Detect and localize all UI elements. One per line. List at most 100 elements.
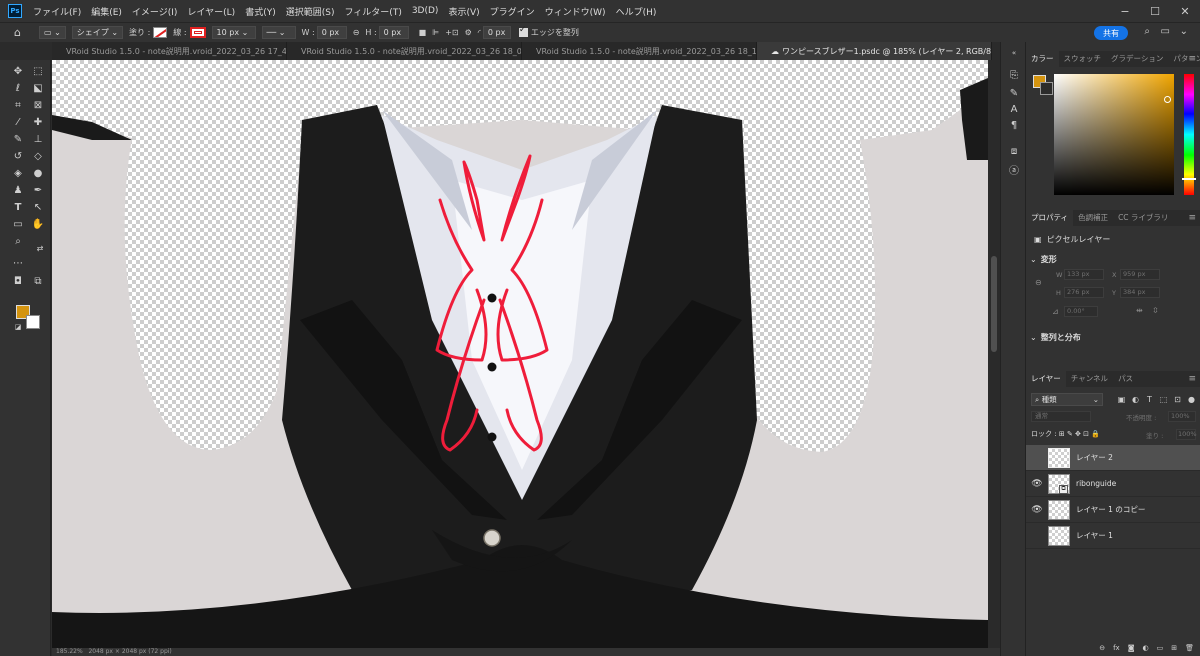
close-icon[interactable]: ✕ (1170, 0, 1200, 22)
maximize-icon[interactable]: ☐ (1140, 0, 1170, 22)
blend-mode-select[interactable]: 通常 (1031, 411, 1091, 422)
paint-bucket-tool-icon[interactable]: ◈ (10, 166, 26, 180)
fill-swatch[interactable] (153, 27, 168, 38)
workspace-menu-icon[interactable]: ⌄ (1180, 26, 1188, 37)
blur-tool-icon[interactable]: ● (30, 166, 46, 180)
link-wh-icon[interactable]: ⊖ (353, 28, 360, 37)
lock-artboard-icon[interactable]: ⊡ (1083, 430, 1089, 438)
filter-pixel-icon[interactable]: ▣ (1116, 394, 1127, 405)
healing-brush-tool-icon[interactable]: ✚ (30, 115, 46, 129)
rectangle-tool-icon[interactable]: ▭ (10, 217, 26, 231)
flip-horizontal-icon[interactable]: ⇹ (1136, 306, 1143, 315)
tab-paths[interactable]: パス (1113, 371, 1138, 387)
color-panel-background-swatch[interactable] (1040, 82, 1053, 95)
lock-position-icon[interactable]: ✥ (1075, 430, 1081, 438)
eyedropper-tool-icon[interactable]: ⁄ (10, 115, 26, 129)
menu-select[interactable]: 選択範囲(S) (281, 5, 340, 18)
stroke-swatch[interactable] (189, 27, 206, 38)
eye-icon[interactable]: 👁 (1030, 479, 1044, 489)
tab-channels[interactable]: チャンネル (1066, 371, 1113, 387)
panel-menu-icon[interactable]: ≡ (1188, 371, 1196, 387)
stamp-tool-icon[interactable]: ⊥ (30, 132, 46, 146)
background-color-swatch[interactable] (26, 315, 40, 329)
default-colors-icon[interactable]: ◪ (10, 320, 26, 334)
transform-height-field[interactable]: 276 px (1064, 287, 1104, 298)
adjustment-icon[interactable]: ◐ (1143, 644, 1149, 656)
transform-y-field[interactable]: 384 px (1120, 287, 1160, 298)
hand-tool-icon[interactable]: ✋ (30, 217, 46, 231)
menu-layer[interactable]: レイヤー(L) (182, 5, 240, 18)
quick-mask-icon[interactable]: ◘ (10, 274, 26, 288)
layer-row[interactable]: ● レイヤー 2 (1026, 445, 1200, 471)
color-saturation-field[interactable] (1054, 74, 1174, 195)
character-panel-icon[interactable]: A (1007, 102, 1021, 116)
panel-menu-icon[interactable]: ≡ (1188, 210, 1196, 226)
history-brush-tool-icon[interactable]: ↺ (10, 149, 26, 163)
minimize-icon[interactable]: − (1110, 0, 1140, 22)
align-edges-checkbox[interactable]: エッジを整列 (518, 25, 579, 38)
path-operations-icon[interactable]: ■ (419, 28, 427, 37)
glyphs-icon[interactable]: ⓐ (1007, 162, 1021, 177)
zoom-tool-icon[interactable]: ⌕ (10, 234, 26, 248)
menu-file[interactable]: ファイル(F) (28, 5, 86, 18)
type-tool-icon[interactable]: T (10, 200, 26, 214)
edit-toolbar-icon[interactable]: ⋯ (10, 256, 26, 270)
lock-all-icon[interactable]: 🔒 (1091, 430, 1100, 438)
lasso-tool-icon[interactable]: ℓ (10, 81, 26, 95)
menu-view[interactable]: 表示(V) (443, 5, 484, 18)
height-field[interactable]: 0 px (378, 26, 409, 39)
layer-row[interactable]: 👁 ⧉ ribonguide (1026, 471, 1200, 497)
menu-3d[interactable]: 3D(D) (407, 6, 444, 16)
eye-icon[interactable]: 👁 (1030, 505, 1044, 515)
hue-slider[interactable] (1182, 74, 1196, 195)
tab-document-active[interactable]: ☁ ワンピースブレザー1.psdc @ 185% (レイヤー 2, RGB/8#)… (757, 42, 992, 60)
tab-layers[interactable]: レイヤー (1026, 371, 1066, 387)
tab-color[interactable]: カラー (1026, 51, 1059, 67)
canvas-vertical-scrollbar[interactable] (988, 60, 1000, 648)
frame-tool-icon[interactable]: ⊠ (30, 98, 46, 112)
transform-heading[interactable]: ⌄ 変形 (1030, 254, 1057, 265)
search-icon[interactable]: ⌕ (1144, 26, 1150, 37)
visibility-toggle-icon[interactable]: ● (1030, 453, 1044, 463)
menu-window[interactable]: ウィンドウ(W) (540, 5, 611, 18)
menu-type[interactable]: 書式(Y) (240, 5, 281, 18)
new-layer-icon[interactable]: ⊞ (1171, 644, 1177, 656)
move-tool-icon[interactable]: ✥ (10, 64, 26, 78)
path-arrangement-icon[interactable]: +⊡ (445, 28, 458, 37)
crop-tool-icon[interactable]: ⌗ (10, 98, 26, 112)
menu-image[interactable]: イメージ(I) (127, 5, 183, 18)
tool-preset-picker[interactable]: ▭ ⌄ (38, 26, 66, 39)
gear-icon[interactable]: ⚙ (465, 28, 472, 37)
layer-name[interactable]: レイヤー 1 のコピー (1076, 504, 1145, 515)
transform-width-field[interactable]: 133 px (1064, 269, 1104, 280)
transform-angle-field[interactable]: 0.00° (1064, 306, 1098, 317)
align-distribute-heading[interactable]: ⌄ 整列と分布 (1030, 332, 1081, 343)
hue-slider-marker[interactable] (1182, 178, 1196, 180)
tab-swatches[interactable]: スウォッチ (1059, 51, 1107, 67)
filter-type-icon[interactable]: T (1144, 394, 1155, 405)
fx-icon[interactable]: fx (1113, 644, 1120, 656)
tab-adjustments[interactable]: 色調補正 (1073, 210, 1113, 226)
menu-filter[interactable]: フィルター(T) (339, 5, 406, 18)
layer-name[interactable]: ribonguide (1076, 479, 1116, 488)
stroke-width-field[interactable]: 10 px ⌄ (211, 26, 256, 39)
menu-help[interactable]: ヘルプ(H) (611, 5, 662, 18)
brush-settings-icon[interactable]: ✎ (1007, 86, 1021, 100)
screen-mode-icon[interactable]: ⧉ (30, 274, 46, 288)
corner-radius-field[interactable]: 0 px (482, 26, 511, 39)
path-alignment-icon[interactable]: ⊫ (432, 28, 439, 37)
history-panel-icon[interactable]: ⎘ (1007, 68, 1021, 82)
link-icon[interactable]: ⊖ (1099, 644, 1105, 656)
link-icon[interactable]: ⊖ (1035, 278, 1042, 287)
document-canvas[interactable] (52, 60, 988, 648)
opacity-field[interactable]: 100% (1168, 411, 1196, 422)
layer-row[interactable]: 👁 レイヤー 1 のコピー (1026, 497, 1200, 523)
tab-document-1[interactable]: VRoid Studio 1.5.0 - note説明用.vroid_2022_… (52, 42, 287, 60)
tab-properties[interactable]: プロパティ (1026, 210, 1074, 226)
trash-icon[interactable]: 🗑 (1185, 644, 1194, 656)
width-field[interactable]: 0 px (316, 26, 347, 39)
scrollbar-thumb[interactable] (991, 256, 997, 352)
mask-icon[interactable]: ◙ (1128, 644, 1135, 656)
home-icon[interactable]: ⌂ (14, 26, 21, 39)
lock-transparent-icon[interactable]: ⊞ (1059, 430, 1065, 438)
